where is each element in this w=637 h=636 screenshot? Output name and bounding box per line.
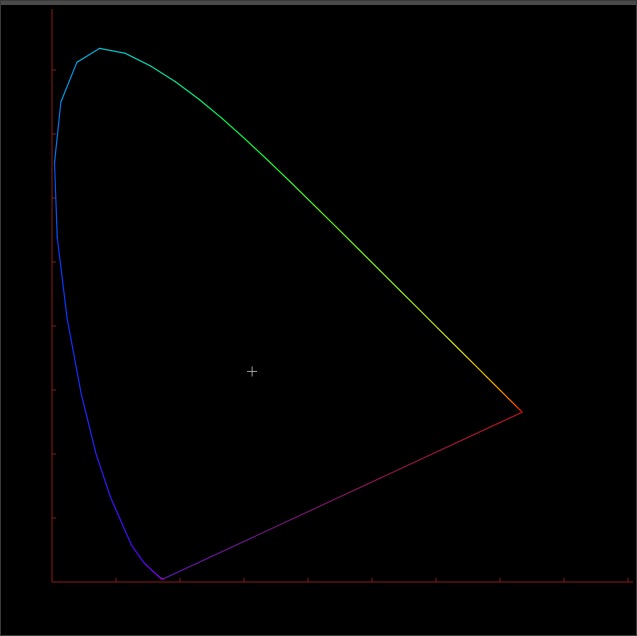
- locus-segment-32: [437, 327, 454, 345]
- locus-segment-13: [53, 162, 58, 239]
- chromaticity-window: [0, 0, 637, 636]
- locus-segment-15: [60, 61, 78, 103]
- locus-segment-33: [452, 343, 468, 358]
- locus-segment-26: [312, 204, 337, 228]
- locus-segment-16: [76, 47, 101, 63]
- locus-segment-30: [400, 290, 421, 312]
- locus-segment-22: [221, 117, 246, 140]
- locus-segment-24: [267, 159, 292, 183]
- locus-segment-34: [466, 356, 479, 369]
- locus-segment-6: [143, 562, 153, 572]
- locus-segment-5: [151, 570, 158, 576]
- plot-markers: [247, 366, 258, 377]
- locus-segment-29: [379, 269, 402, 292]
- locus-segment-31: [419, 309, 439, 329]
- line-of-purples: [163, 411, 523, 580]
- locus-segment-9: [95, 452, 112, 498]
- white-point-marker: [247, 366, 258, 377]
- locus-segment-36: [486, 376, 496, 386]
- locus-segment-39: [504, 394, 510, 400]
- locus-segment-7: [130, 544, 145, 564]
- locus-segment-23: [244, 138, 269, 161]
- locus-segment-40: [508, 398, 513, 403]
- chromaticity-diagram: [51, 9, 633, 583]
- locus-segment-37: [493, 384, 501, 392]
- locus-segment-11: [66, 317, 82, 394]
- locus-segment-21: [198, 98, 223, 120]
- chromaticity-plot-area: [1, 5, 636, 635]
- locus-segment-18: [124, 52, 152, 67]
- locus-segment-28: [357, 248, 381, 272]
- locus-segment-38: [499, 389, 506, 396]
- locus-segment-20: [174, 81, 200, 100]
- locus-segment-27: [335, 226, 360, 250]
- locus-segment-35: [477, 367, 488, 378]
- locus-segment-12: [56, 236, 68, 319]
- locus-segment-25: [290, 181, 315, 206]
- locus-segment-14: [53, 101, 62, 164]
- spectral-locus: [53, 47, 523, 580]
- locus-segment-8: [109, 496, 133, 546]
- locus-segment-19: [150, 65, 177, 83]
- locus-segment-10: [80, 392, 97, 455]
- locus-segment-17: [98, 47, 126, 54]
